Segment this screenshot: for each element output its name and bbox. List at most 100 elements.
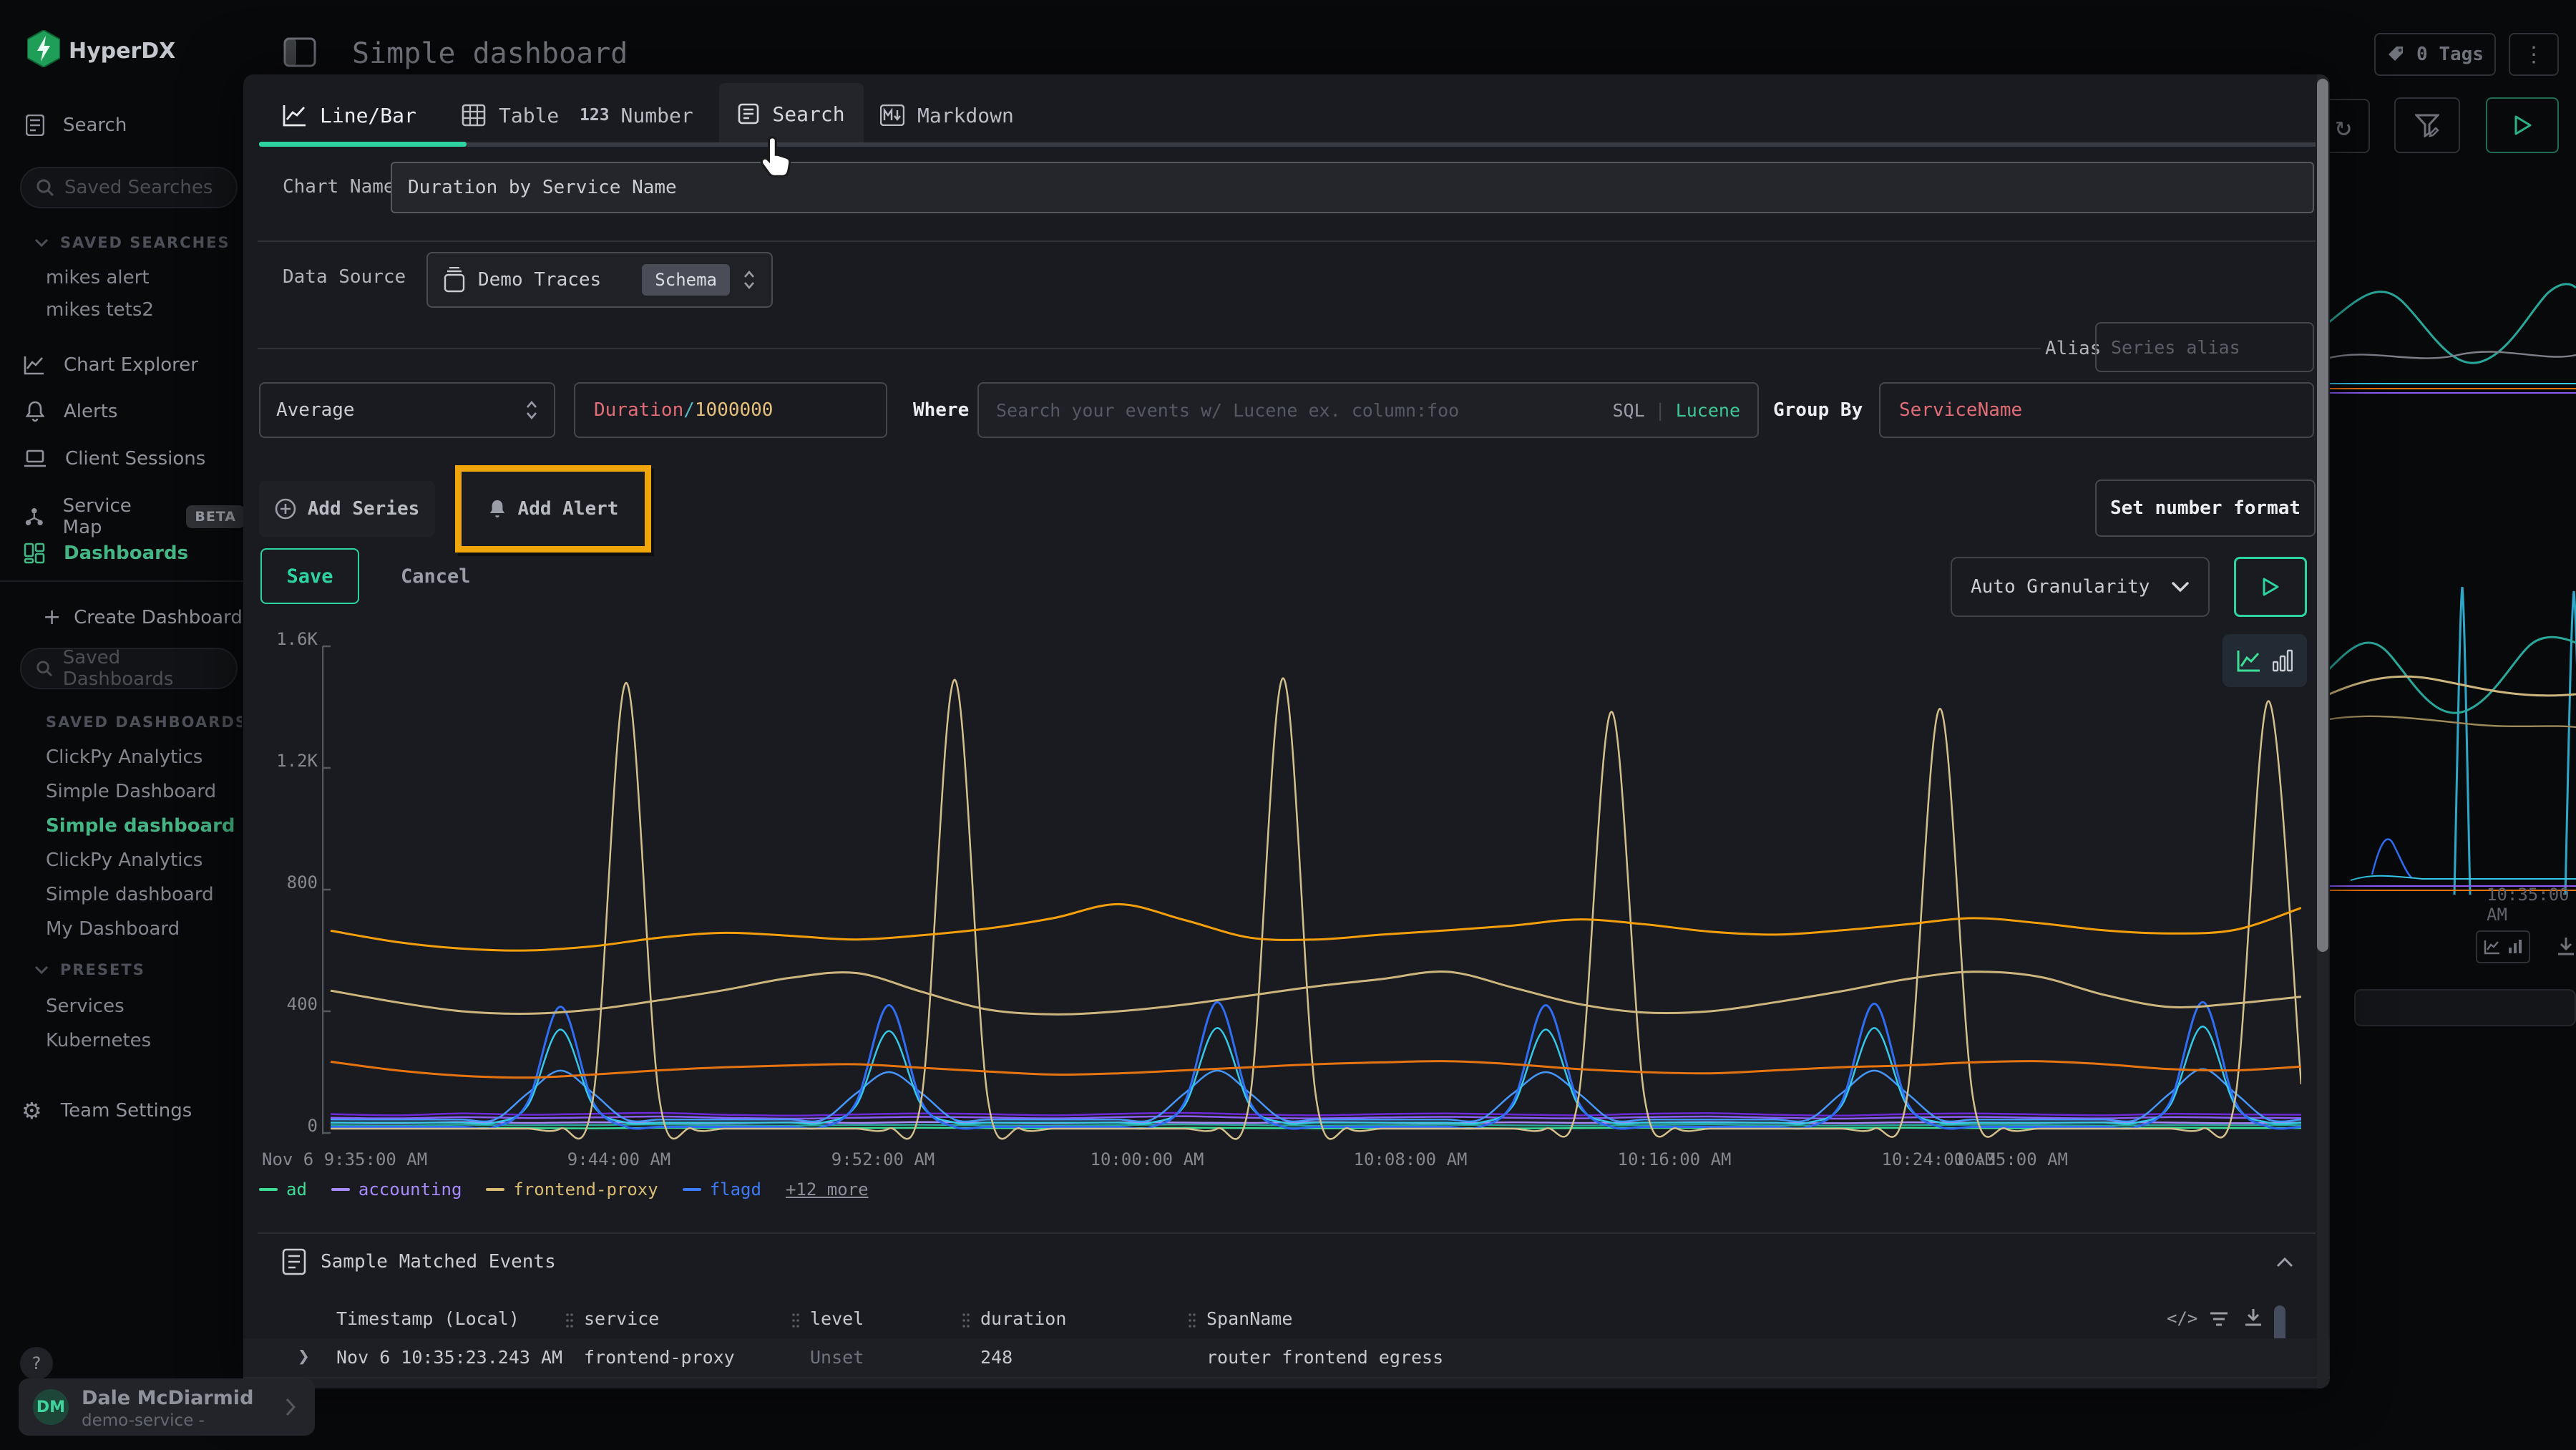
download-icon[interactable] — [2244, 1308, 2263, 1328]
modal-scrollbar-thumb[interactable] — [2317, 79, 2328, 952]
sql-mode-toggle[interactable]: SQL — [1612, 400, 1644, 421]
dashboard-item[interactable]: ClickPy Analytics — [46, 850, 203, 871]
chart-name-label: Chart Name — [283, 176, 395, 198]
avatar-initials: DM — [36, 1398, 65, 1416]
brand-name: HyperDX — [69, 39, 175, 64]
legend-item[interactable]: flagd — [683, 1179, 761, 1200]
saved-searches-header[interactable]: SAVED SEARCHES — [34, 234, 230, 251]
help-button[interactable]: ? — [20, 1347, 53, 1380]
row-expand-chevron[interactable]: ❯ — [298, 1344, 310, 1368]
sidebar-item-service-map[interactable]: Service Map BETA — [24, 495, 245, 538]
add-series-button[interactable]: Add Series — [259, 481, 435, 537]
sidebar-item-search[interactable]: Search — [26, 115, 127, 136]
tab-table[interactable]: Table — [462, 87, 559, 143]
cancel-button[interactable]: Cancel — [386, 548, 485, 604]
dashboard-item-active[interactable]: Simple dashboard — [46, 815, 235, 837]
dashboard-item[interactable]: ClickPy Analytics — [46, 746, 203, 768]
chart-explorer-icon — [24, 355, 45, 375]
search-tab-icon — [738, 103, 759, 125]
background-download-icon[interactable] — [2556, 936, 2576, 958]
group-by-input[interactable]: ServiceName — [1879, 382, 2314, 438]
filter-button[interactable] — [2394, 97, 2460, 153]
data-source-select[interactable]: Demo Traces Schema — [426, 252, 773, 308]
sidebar-item-chart-explorer[interactable]: Chart Explorer — [24, 354, 198, 376]
legend-item[interactable]: frontend-proxy — [486, 1179, 658, 1200]
sidebar-item-alerts[interactable]: Alerts — [25, 401, 117, 422]
dashboard-item[interactable]: Simple Dashboard — [46, 781, 216, 802]
chart-name-input[interactable]: Duration by Service Name — [391, 162, 2314, 213]
drag-handle-icon[interactable] — [962, 1311, 970, 1330]
background-chart-toggle[interactable] — [2476, 930, 2530, 963]
timeseries-chart[interactable] — [322, 639, 2301, 1144]
saved-dashboards-header[interactable]: SAVED DASHBOARDS — [34, 714, 242, 731]
events-list-icon — [282, 1248, 306, 1275]
tags-button[interactable]: 0 Tags — [2374, 33, 2496, 76]
sidebar-item-team-settings[interactable]: ⚙ Team Settings — [21, 1097, 192, 1124]
saved-searches-input[interactable]: Saved Searches — [20, 167, 238, 208]
drag-handle-icon[interactable] — [1188, 1311, 1196, 1330]
set-number-format-button[interactable]: Set number format — [2095, 480, 2316, 537]
col-service[interactable]: service — [584, 1308, 659, 1329]
legend-dash — [259, 1188, 278, 1191]
saved-search-item[interactable]: mikes tets2 — [46, 299, 154, 321]
sidebar-item-client-sessions[interactable]: Client Sessions — [24, 448, 205, 469]
saved-dashboards-placeholder: Saved Dashboards — [63, 647, 222, 690]
lucene-mode-toggle[interactable]: Lucene — [1676, 400, 1740, 421]
tab-number[interactable]: 123 Number — [580, 87, 693, 143]
tab-markdown[interactable]: Markdown — [880, 87, 1014, 143]
chevron-down-icon — [2171, 581, 2190, 593]
x-tick-label: Nov 6 9:35:00 AM — [262, 1149, 427, 1169]
drag-handle-icon[interactable] — [565, 1311, 574, 1330]
avatar: DM — [33, 1389, 69, 1425]
code-view-icon[interactable]: </> — [2167, 1308, 2197, 1328]
preset-item[interactable]: Services — [46, 996, 125, 1017]
table-row[interactable]: ❯ Nov 6 10:35:23.243 AM frontend-proxy U… — [243, 1338, 2330, 1378]
legend-item[interactable]: accounting — [331, 1179, 462, 1200]
where-label: Where — [913, 399, 969, 421]
chart-editor-modal: Line/Bar Table 123 Number Search Markdow… — [243, 74, 2330, 1388]
filter-lines-icon[interactable] — [2210, 1311, 2228, 1327]
drag-handle-icon[interactable] — [791, 1311, 800, 1330]
field-expression-input[interactable]: Duration/1000000 — [574, 382, 887, 438]
background-run-button[interactable] — [2486, 97, 2559, 153]
background-search-bar[interactable] — [2354, 989, 2576, 1026]
kebab-menu-button[interactable]: ⋮ — [2509, 33, 2559, 76]
col-timestamp[interactable]: Timestamp (Local) — [336, 1308, 519, 1329]
where-search-input[interactable]: Search your events w/ Lucene ex. column:… — [977, 382, 1759, 438]
table-row[interactable]: ❯ Nov 6 10:35:23.243 AM frontend-proxy U… — [243, 1378, 2330, 1388]
aggregation-select[interactable]: Average — [259, 382, 555, 438]
sidebar-item-label: Search — [63, 115, 127, 136]
service-map-icon — [24, 506, 44, 527]
user-card[interactable]: DM Dale McDiarmid demo-service - — [19, 1378, 315, 1436]
magnifier-icon — [36, 178, 54, 197]
play-icon — [2262, 578, 2279, 596]
legend-more-link[interactable]: +12 more — [786, 1179, 869, 1200]
legend-item[interactable]: ad — [259, 1179, 307, 1200]
sample-events-header[interactable]: Sample Matched Events — [282, 1248, 556, 1275]
cell-spanname: router frontend egress — [1206, 1347, 1443, 1368]
dashboard-item[interactable]: My Dashboard — [46, 918, 180, 940]
add-alert-button[interactable]: Add Alert — [462, 472, 645, 546]
dashboard-item[interactable]: Simple dashboard — [46, 884, 214, 905]
presets-header[interactable]: PRESETS — [34, 961, 145, 978]
panel-toggle-icon[interactable] — [283, 37, 316, 67]
sidebar-item-dashboards[interactable]: Dashboards — [24, 542, 188, 564]
run-chart-button[interactable] — [2234, 557, 2307, 617]
collapse-chevron-icon[interactable] — [2275, 1257, 2294, 1268]
data-source-label: Data Source — [283, 266, 406, 288]
cell-service: frontend-proxy — [584, 1347, 735, 1368]
cell-level: Unset — [810, 1347, 864, 1368]
preset-item[interactable]: Kubernetes — [46, 1030, 151, 1051]
col-spanname[interactable]: SpanName — [1206, 1308, 1292, 1329]
tab-line-bar[interactable]: Line/Bar — [283, 87, 416, 143]
alias-placeholder: Series alias — [2111, 337, 2240, 358]
x-tick-label: 9:52:00 AM — [831, 1149, 935, 1169]
save-button[interactable]: Save — [260, 548, 359, 604]
col-duration[interactable]: duration — [980, 1308, 1066, 1329]
col-level[interactable]: level — [810, 1308, 864, 1329]
granularity-select[interactable]: Auto Granularity — [1951, 557, 2210, 617]
alias-input[interactable]: Series alias — [2095, 322, 2314, 372]
create-dashboard-button[interactable]: + Create Dashboard — [43, 605, 243, 630]
saved-search-item[interactable]: mikes alert — [46, 267, 150, 288]
saved-dashboards-input[interactable]: Saved Dashboards — [20, 648, 238, 689]
